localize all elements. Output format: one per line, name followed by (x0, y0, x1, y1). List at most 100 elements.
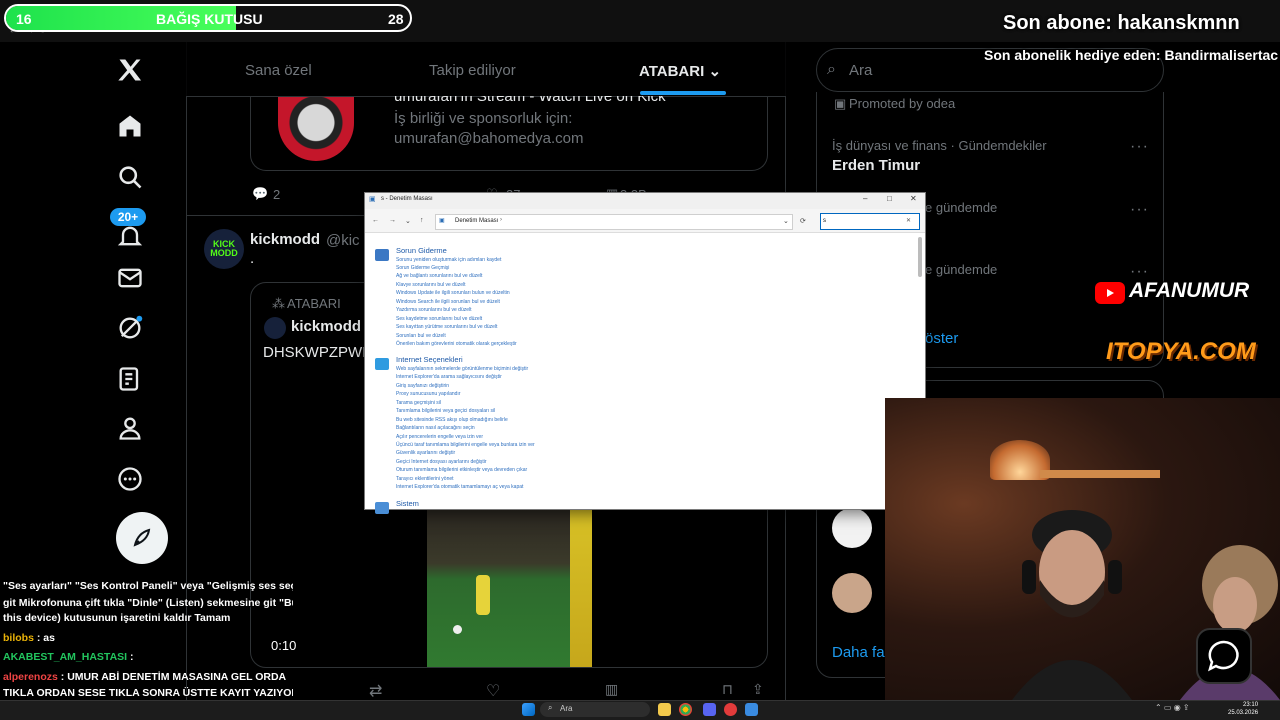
chat-bubble-icon[interactable] (1196, 628, 1252, 684)
category-title[interactable]: Sorun Giderme (396, 246, 447, 255)
category-link[interactable]: Sorunları bul ve düzelt (396, 333, 446, 339)
chat-username[interactable]: bilobs (3, 632, 34, 644)
category-link[interactable]: Windows Search ile ilgili sorunları bul … (396, 299, 500, 305)
share-icon[interactable]: ⇪ (752, 681, 764, 698)
address-folder-icon: ▣ (439, 218, 445, 224)
taskbar-search-placeholder: Ara (560, 704, 573, 713)
trends-show-more[interactable]: öster (925, 330, 958, 347)
tab-atabari[interactable]: ATABARI ⌄ (639, 62, 721, 80)
chat-username[interactable]: AKABEST_AM_HASTASI (3, 651, 127, 663)
control-panel-search-input[interactable] (820, 213, 920, 230)
category-link[interactable]: Üçüncü taraf tanımlama bilgilerini engel… (396, 442, 535, 448)
lists-icon[interactable] (116, 365, 144, 393)
breadcrumb-chevron-icon: › (500, 217, 502, 223)
category-link[interactable]: Ses kaydetme sorunlarını bul ve düzelt (396, 316, 482, 322)
obs-icon[interactable] (724, 703, 737, 716)
up-arrow-icon[interactable]: ↑ (420, 217, 424, 224)
profile-icon[interactable] (116, 414, 144, 442)
control-panel-icon: ▣ (369, 196, 376, 203)
tweet-author[interactable]: kickmodd (250, 231, 320, 248)
category-link[interactable]: Tarama geçmişini sil (396, 400, 441, 406)
video-player[interactable] (427, 507, 592, 667)
chrome-icon[interactable] (679, 703, 692, 716)
window-titlebar[interactable] (365, 193, 925, 209)
category-title[interactable]: Internet Seçenekleri (396, 355, 463, 364)
retweet-icon[interactable]: ⇄ (369, 681, 382, 701)
tab-for-you[interactable]: Sana özel (245, 62, 312, 79)
trend-more-button[interactable]: ··· (1130, 138, 1149, 156)
taskbar-search[interactable] (540, 702, 650, 717)
trend-more-button-2[interactable]: ··· (1130, 201, 1149, 219)
start-icon[interactable] (522, 703, 535, 716)
category-link[interactable]: Windows Update ile ilgili sorunları bulu… (396, 290, 510, 296)
reply-count: 2 (273, 187, 281, 202)
category-link[interactable]: Bağlantıların nasıl açılacağını seçin (396, 425, 475, 431)
category-link[interactable]: Internet Explorer'da arama sağlayıcısını… (396, 374, 502, 380)
donation-goal: 28 (388, 11, 404, 27)
category-link[interactable]: Sorun Giderme Geçmişi (396, 265, 449, 271)
quote-avatar (264, 317, 286, 339)
category-title[interactable]: Sistem (396, 499, 419, 508)
forward-arrow-icon[interactable]: → (389, 217, 396, 224)
category-link[interactable]: Oturum tanımlama bilgilerini etkinleştir… (396, 467, 527, 473)
search-icon[interactable] (116, 163, 144, 191)
category-link[interactable]: Geçici Internet dosyası ayarlarını değiş… (396, 459, 487, 465)
recent-chevron-icon[interactable]: ⌄ (405, 217, 411, 225)
discord-icon[interactable] (703, 703, 716, 716)
messages-icon[interactable] (116, 264, 144, 292)
close-icon[interactable]: ✕ (910, 194, 917, 203)
category-link[interactable]: Tanımlama bilgilerini veya geçici dosyal… (396, 408, 495, 414)
category-link[interactable]: Sorunu yeniden oluşturmak için adımları … (396, 257, 501, 263)
category-link[interactable]: Internet Explorer'da otomatik tamamlamay… (396, 484, 523, 490)
control-panel-taskbar-icon[interactable] (745, 703, 758, 716)
chat-text: "Ses ayarları" "Ses Kontrol Paneli" veya… (3, 580, 293, 592)
address-dropdown-icon[interactable]: ⌄ (783, 217, 789, 225)
card-line1: İş birliği ve sponsorluk için: (394, 110, 573, 127)
category-link[interactable]: Önerilen bakım görevlerini otomatik olar… (396, 341, 517, 347)
minimize-icon[interactable]: – (863, 194, 867, 203)
reply-icon[interactable]: 💬 (252, 186, 268, 202)
clear-search-icon[interactable]: ✕ (906, 217, 911, 224)
more-icon[interactable] (116, 465, 144, 493)
category-link[interactable]: Klavye sorunlarını bul ve düzelt (396, 282, 465, 288)
views-icon-2[interactable]: ▥ (605, 681, 618, 698)
trend-topic[interactable]: Erden Timur (832, 157, 920, 174)
chat-username[interactable]: alperenozs (3, 671, 58, 683)
notifications-icon[interactable] (116, 222, 144, 250)
suggestion-avatar-2[interactable] (832, 573, 872, 613)
tweet-handle[interactable]: @kic (326, 232, 360, 249)
maximize-icon[interactable]: □ (887, 194, 892, 203)
taskbar-clock[interactable]: 23:10 25.03.2026 (1228, 701, 1258, 717)
last-gift-sub: Son abonelik hediye eden: Bandirmalisert… (984, 47, 1279, 63)
avatar[interactable]: KICK MODD (204, 229, 244, 269)
category-link[interactable]: Güvenlik ayarlarını değiştir (396, 450, 455, 456)
category-link[interactable]: Açılır pencerelerin engelle veya izin ve… (396, 434, 483, 440)
tab-following[interactable]: Takip ediliyor (429, 62, 516, 79)
category-link[interactable]: Bu web sitesinde RSS akışı olup olmadığı… (396, 417, 508, 423)
post-button[interactable] (116, 512, 168, 564)
category-link[interactable]: Web sayfalarının sekmelerde görüntülenme… (396, 366, 528, 372)
category-link[interactable]: Tarayıcı eklentilerini yönet (396, 476, 454, 482)
chat-text: this device) kutusunun işaretini kaldır … (3, 612, 231, 624)
chat-text: : as (36, 632, 55, 644)
refresh-icon[interactable]: ⟳ (800, 217, 806, 225)
bookmark-icon[interactable]: ⊓ (722, 681, 733, 698)
chat-message: AKABEST_AM_HASTASI : (3, 651, 134, 663)
category-link[interactable]: Ağ ve bağlantı sorunlarını bul ve düzelt (396, 273, 482, 279)
chat-text: : UMUR ABİ DENETİM MASASINA GEL ORDA (60, 671, 287, 683)
home-icon[interactable] (116, 112, 144, 140)
category-link[interactable]: Yazdırma sorunlarını bul ve düzelt (396, 307, 472, 313)
file-explorer-icon[interactable] (658, 703, 671, 716)
control-panel-window[interactable]: ▣ s - Denetim Masası – □ ✕ ← → ⌄ ↑ ▣ Den… (364, 192, 926, 514)
suggestion-avatar-1[interactable] (832, 508, 872, 548)
like-icon-2[interactable]: ♡ (486, 681, 500, 701)
category-link[interactable]: Ses kayıttan yürütme sorunlarını bul ve … (396, 324, 497, 330)
category-link[interactable]: Giriş sayfanızı değiştirin (396, 383, 449, 389)
scrollbar[interactable] (918, 237, 922, 277)
x-logo-icon[interactable] (116, 56, 144, 84)
grok-icon[interactable] (116, 314, 144, 342)
tray-icons[interactable]: ⌃ ▭ ◉ ⇪ (1155, 703, 1190, 712)
trend-category: İş dünyası ve finans · Gündemdekiler (832, 138, 1047, 153)
category-link[interactable]: Proxy sunucusunu yapılandır (396, 391, 460, 397)
back-arrow-icon[interactable]: ← (372, 217, 379, 224)
